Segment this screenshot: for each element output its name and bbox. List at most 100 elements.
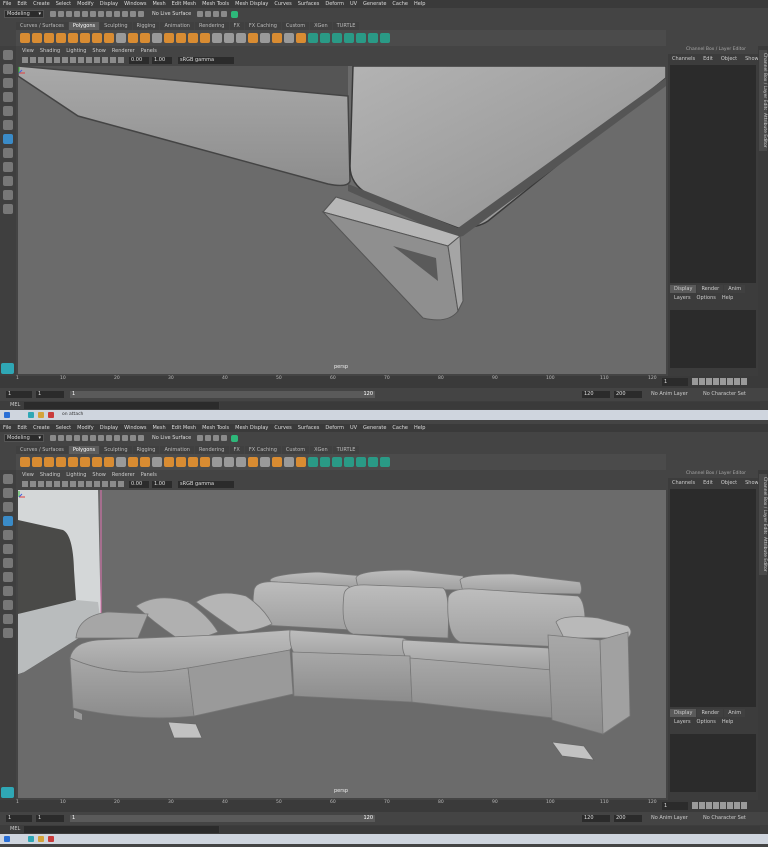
tab-display[interactable]: Display [670,285,697,293]
wireframe-icon[interactable] [62,57,68,63]
menu-mesh-tools[interactable]: Mesh Tools [202,425,229,431]
poly-torus-icon[interactable] [68,33,78,43]
menu-windows[interactable]: Windows [124,1,146,7]
tab-animation[interactable]: Animation [160,446,194,454]
go-to-start-icon[interactable] [692,802,698,809]
channels-menu[interactable]: Channels [672,56,695,62]
mode-dropdown[interactable]: Modeling ▾ [4,10,44,18]
tab-render[interactable]: Render [697,709,724,717]
uv-unfold-icon[interactable] [380,33,390,43]
menu-uv[interactable]: UV [350,1,357,7]
start-time-field[interactable]: 1 [6,815,32,822]
poly-cylinder-icon[interactable] [44,33,54,43]
render-icon[interactable] [197,435,204,441]
shadows-icon[interactable] [94,57,100,63]
poly-cone-icon[interactable] [56,457,66,467]
camera-attr-icon[interactable] [30,57,36,63]
move-tool-icon[interactable] [3,516,13,526]
playback-start-field[interactable]: 1 [36,815,64,822]
poly-cylinder-icon[interactable] [44,457,54,467]
command-input[interactable] [24,402,219,409]
snap-surface-icon[interactable] [138,11,144,17]
fill-hole-icon[interactable] [248,457,258,467]
cmd-language-label[interactable]: MEL [10,826,20,832]
play-forward-icon[interactable] [720,802,726,809]
select-component-icon[interactable] [106,11,112,17]
menu-deform[interactable]: Deform [325,425,344,431]
tab-custom[interactable]: Custom [281,446,310,454]
redo-icon[interactable] [82,435,88,441]
tab-display[interactable]: Display [670,709,697,717]
last-tool-icon[interactable] [3,558,13,568]
tab-fx-caching[interactable]: FX Caching [244,446,281,454]
layers-menu[interactable]: Layers [674,719,691,725]
menu-edit-mesh[interactable]: Edit Mesh [172,425,196,431]
menu-help[interactable]: Help [414,425,425,431]
lights-icon[interactable] [86,481,92,487]
panel-menu-lighting[interactable]: Lighting [66,48,86,54]
menu-display[interactable]: Display [100,425,118,431]
menu-modify[interactable]: Modify [77,425,94,431]
isolate-select-icon[interactable] [102,481,108,487]
open-scene-icon[interactable] [58,11,64,17]
panel-menu-panels[interactable]: Panels [141,472,157,478]
tab-rigging[interactable]: Rigging [132,22,160,30]
modeling-toolkit-icon[interactable] [231,10,239,18]
camera-attr-icon[interactable] [30,481,36,487]
save-scene-icon[interactable] [66,11,72,17]
xray-icon[interactable] [110,481,116,487]
uv-layout-icon[interactable] [368,33,378,43]
snap-grid-icon[interactable] [114,11,120,17]
select-object-icon[interactable] [98,435,104,441]
hypershade-icon[interactable] [221,11,228,17]
poly-sphere-icon[interactable] [20,457,30,467]
menu-select[interactable]: Select [56,425,71,431]
menu-cache[interactable]: Cache [392,425,408,431]
tab-custom[interactable]: Custom [281,22,310,30]
tab-sculpting[interactable]: Sculpting [100,446,132,454]
range-slider-bar[interactable]: 1 120 [70,815,375,822]
cylindrical-map-icon[interactable] [332,33,342,43]
uv-layout-icon[interactable] [368,457,378,467]
snap-point-icon[interactable] [130,11,136,17]
help-menu[interactable]: Help [722,295,733,301]
slide-edge-icon[interactable] [296,457,306,467]
browser-task-icon[interactable] [48,836,54,842]
menu-help[interactable]: Help [414,1,425,7]
graph-layout-icon[interactable] [3,614,13,624]
gamma-field[interactable]: 1.00 [152,56,172,64]
tab-animation[interactable]: Animation [160,22,194,30]
menu-mesh[interactable]: Mesh [152,1,165,7]
playback-start-field[interactable]: 1 [36,391,64,398]
bridge-icon[interactable] [188,33,198,43]
tab-fx[interactable]: FX [229,22,244,30]
folder-task-icon[interactable] [38,836,44,842]
time-slider[interactable]: 1 10 20 30 40 50 60 70 80 90 100 110 120… [0,800,768,812]
menu-file[interactable]: File [3,425,11,431]
poly-torus-icon[interactable] [68,457,78,467]
layer-list[interactable] [670,734,756,792]
smooth-icon[interactable] [140,33,150,43]
poly-sphere-icon[interactable] [20,33,30,43]
paint-select-icon[interactable] [3,502,13,512]
image-plane-icon[interactable] [46,481,52,487]
menu-generate[interactable]: Generate [363,1,386,7]
panel-menu-show[interactable]: Show [92,48,106,54]
scale-tool-icon[interactable] [3,120,13,130]
exposure-icon[interactable] [118,57,124,63]
cylindrical-map-icon[interactable] [332,457,342,467]
color-space-dropdown[interactable]: sRGB gamma [178,56,234,64]
menu-edit[interactable]: Edit [17,425,27,431]
lasso-tool-icon[interactable] [3,64,13,74]
paint-select-icon[interactable] [3,78,13,88]
exposure-field[interactable]: 0.00 [129,480,149,488]
bookmark-icon[interactable] [38,57,44,63]
tab-rendering[interactable]: Rendering [194,22,229,30]
exposure-field[interactable]: 0.00 [129,56,149,64]
playback-end-field[interactable]: 120 [582,815,610,822]
image-plane-icon[interactable] [46,57,52,63]
merge-icon[interactable] [272,33,282,43]
step-forward-icon[interactable] [727,802,733,809]
extrude-icon[interactable] [176,457,186,467]
layer-list[interactable] [670,310,756,368]
